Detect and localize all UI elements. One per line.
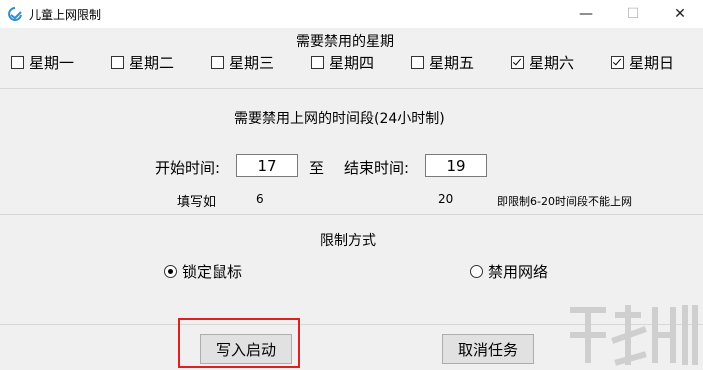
checkbox-monday[interactable]: 星期一 <box>11 50 74 74</box>
radio-label: 锁定鼠标 <box>182 263 243 281</box>
app-logo-icon <box>8 7 22 21</box>
highlight-box <box>178 318 300 368</box>
maximize-button[interactable]: ☐ <box>610 0 656 28</box>
radio-lock-mouse[interactable]: 锁定鼠标 <box>164 261 242 282</box>
time-section-title: 需要禁用上网的时间段(24小时制) <box>234 111 445 127</box>
checkbox-label: 星期四 <box>329 53 375 72</box>
days-section-title: 需要禁用的星期 <box>296 34 394 50</box>
divider <box>0 88 703 89</box>
checkbox-box-checked[interactable] <box>511 55 524 69</box>
checkbox-sunday[interactable]: 星期日 <box>611 50 674 74</box>
example-label: 填写如 <box>177 195 217 210</box>
checkbox-thursday[interactable]: 星期四 <box>311 50 374 74</box>
example-start: 6 <box>256 192 264 206</box>
checkbox-tuesday[interactable]: 星期二 <box>111 50 174 74</box>
minimize-button[interactable]: — <box>563 0 609 28</box>
checkbox-label: 星期日 <box>629 53 675 72</box>
checkbox-box[interactable] <box>411 55 424 69</box>
radio-button-selected[interactable] <box>164 265 177 278</box>
start-time-input[interactable]: 17 <box>236 154 298 177</box>
checkbox-box[interactable] <box>111 55 124 69</box>
checkbox-label: 星期六 <box>529 53 575 72</box>
to-label: 至 <box>309 159 325 177</box>
window-title: 儿童上网限制 <box>29 8 102 22</box>
days-checkbox-group: 星期一 星期二 星期三 星期四 星期五 星期六 星期日 <box>0 50 703 74</box>
end-time-label: 结束时间: <box>344 159 410 177</box>
checkbox-box[interactable] <box>211 55 224 69</box>
radio-label: 禁用网络 <box>488 263 549 281</box>
checkbox-box[interactable] <box>311 55 324 69</box>
minimize-icon: — <box>579 6 593 22</box>
divider <box>0 214 703 215</box>
cancel-task-button[interactable]: 取消任务 <box>442 334 534 364</box>
start-time-label: 开始时间: <box>155 159 221 177</box>
checkbox-box[interactable] <box>11 55 24 69</box>
checkbox-label: 星期三 <box>229 53 275 72</box>
close-icon: ✕ <box>674 6 686 22</box>
example-note: 即限制6-20时间段不能上网 <box>497 195 632 208</box>
watermark-logo-icon <box>570 305 698 366</box>
maximize-icon: ☐ <box>626 6 640 22</box>
title-bar: 儿童上网限制 — ☐ ✕ <box>0 0 703 28</box>
radio-button[interactable] <box>470 265 483 278</box>
checkbox-wednesday[interactable]: 星期三 <box>211 50 274 74</box>
radio-disable-network[interactable]: 禁用网络 <box>470 261 548 282</box>
end-time-input[interactable]: 19 <box>425 154 487 177</box>
checkbox-saturday[interactable]: 星期六 <box>511 50 574 74</box>
checkbox-friday[interactable]: 星期五 <box>411 50 474 74</box>
close-button[interactable]: ✕ <box>657 0 703 28</box>
mode-section-title: 限制方式 <box>320 233 376 249</box>
checkbox-box-checked[interactable] <box>611 55 624 69</box>
checkbox-label: 星期一 <box>29 53 75 72</box>
example-end: 20 <box>438 192 454 206</box>
checkbox-label: 星期二 <box>129 53 175 72</box>
checkbox-label: 星期五 <box>429 53 475 72</box>
